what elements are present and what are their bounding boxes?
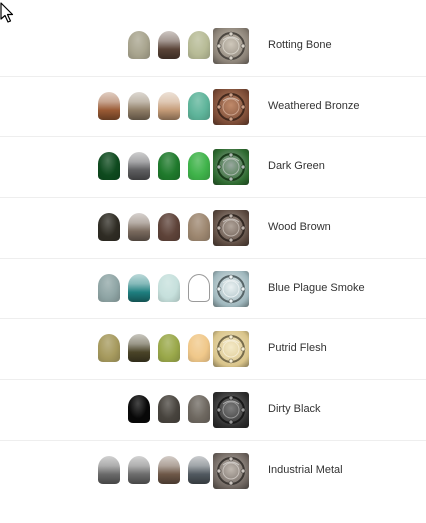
- swatch-list: Rotting Bone Weathered Bronze Dark Green Wo…: [0, 16, 426, 502]
- paint-swatch-group: [98, 91, 210, 120]
- paint-swatch[interactable]: [98, 273, 120, 302]
- paint-swatch[interactable]: [158, 213, 180, 242]
- miniature-thumbnail: [213, 452, 249, 489]
- paint-scheme-row[interactable]: Blue Plague Smoke: [0, 259, 426, 320]
- paint-scheme-name: Dirty Black: [268, 403, 321, 416]
- miniature-thumbnail: [213, 270, 249, 307]
- miniature-thumbnail: [213, 28, 249, 64]
- paint-scheme-row[interactable]: Rotting Bone: [0, 16, 426, 77]
- paint-swatch[interactable]: [128, 31, 150, 59]
- paint-swatch[interactable]: [188, 395, 210, 424]
- paint-scheme-name: Wood Brown: [268, 221, 331, 234]
- paint-swatch-group: [98, 455, 210, 484]
- paint-swatch[interactable]: [158, 273, 180, 302]
- paint-scheme-name: Blue Plague Smoke: [268, 281, 365, 294]
- paint-scheme-row[interactable]: Industrial Metal: [0, 441, 426, 502]
- paint-swatch[interactable]: [158, 395, 180, 424]
- paint-scheme-name: Putrid Flesh: [268, 342, 327, 355]
- paint-scheme-row[interactable]: Dark Green: [0, 137, 426, 199]
- paint-swatch[interactable]: [188, 213, 210, 242]
- miniature-thumbnail: [213, 149, 249, 186]
- paint-swatch[interactable]: [158, 152, 180, 181]
- paint-swatch-group: [98, 273, 210, 302]
- paint-swatch[interactable]: [98, 334, 120, 363]
- paint-swatch[interactable]: [158, 455, 180, 484]
- miniature-thumbnail: [213, 392, 249, 429]
- paint-scheme-row[interactable]: Weathered Bronze: [0, 77, 426, 138]
- paint-swatch[interactable]: [128, 213, 150, 242]
- paint-scheme-name: Industrial Metal: [268, 463, 343, 476]
- paint-swatch[interactable]: [128, 455, 150, 484]
- paint-swatch-group: [98, 152, 210, 181]
- paint-swatch[interactable]: [188, 455, 210, 484]
- paint-swatch[interactable]: [188, 273, 210, 302]
- paint-scheme-row[interactable]: Putrid Flesh: [0, 319, 426, 381]
- paint-swatch[interactable]: [98, 152, 120, 181]
- paint-swatch[interactable]: [188, 334, 210, 363]
- paint-swatch-group: [98, 334, 210, 363]
- paint-swatch[interactable]: [128, 273, 150, 302]
- paint-swatch[interactable]: [98, 213, 120, 242]
- miniature-thumbnail: [213, 88, 249, 125]
- paint-scheme-row[interactable]: Wood Brown: [0, 198, 426, 259]
- paint-swatch[interactable]: [188, 91, 210, 120]
- paint-swatch[interactable]: [98, 455, 120, 484]
- paint-swatch-group: [128, 395, 210, 424]
- paint-swatch[interactable]: [98, 91, 120, 120]
- paint-swatch[interactable]: [128, 152, 150, 181]
- paint-swatch-group: [128, 31, 210, 59]
- paint-swatch[interactable]: [158, 334, 180, 363]
- paint-scheme-name: Rotting Bone: [268, 39, 332, 51]
- paint-swatch-group: [98, 213, 210, 242]
- paint-swatch[interactable]: [128, 334, 150, 363]
- paint-swatch[interactable]: [188, 152, 210, 181]
- paint-scheme-name: Weathered Bronze: [268, 99, 360, 112]
- paint-swatch[interactable]: [188, 31, 210, 59]
- miniature-thumbnail: [213, 210, 249, 247]
- paint-scheme-name: Dark Green: [268, 160, 325, 173]
- miniature-thumbnail: [213, 331, 249, 368]
- paint-swatch[interactable]: [158, 31, 180, 59]
- paint-swatch[interactable]: [128, 91, 150, 120]
- paint-swatch[interactable]: [158, 91, 180, 120]
- paint-scheme-row[interactable]: Dirty Black: [0, 380, 426, 441]
- paint-swatch[interactable]: [128, 395, 150, 424]
